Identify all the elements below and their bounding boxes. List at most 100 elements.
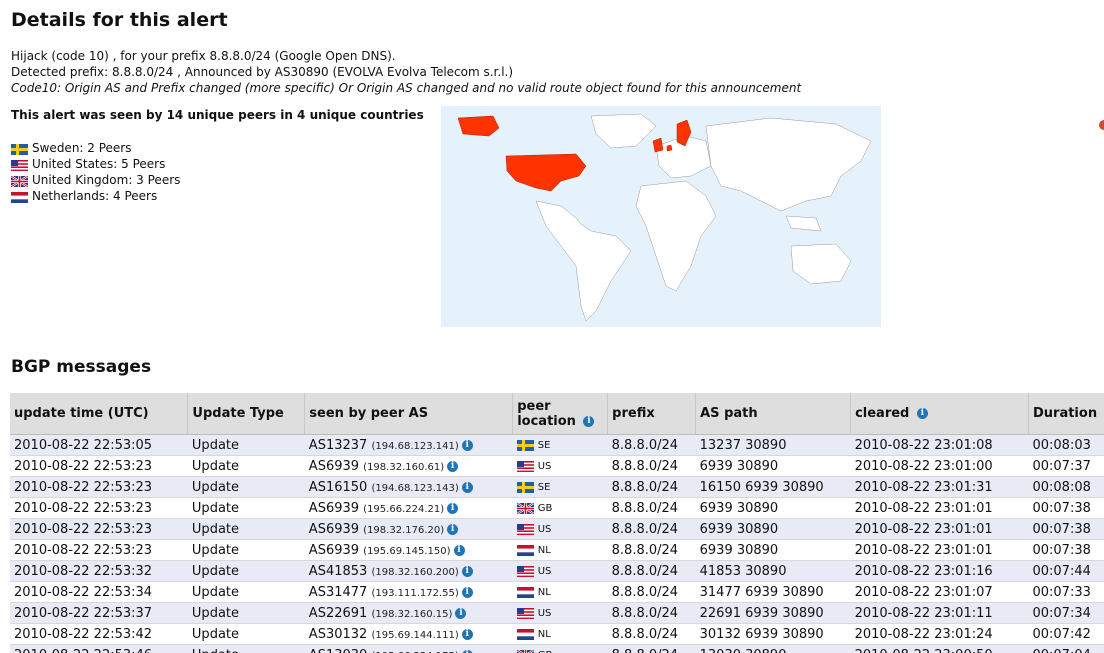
peer-location-line2: location — [517, 413, 576, 429]
peer-as-number: AS13237 — [308, 437, 368, 453]
column-update-time[interactable]: update time (UTC) — [10, 393, 189, 435]
info-icon[interactable]: i — [583, 415, 595, 427]
cleared-cell: 2010-08-22 23:01:11 — [850, 602, 1029, 624]
column-cleared[interactable]: cleared i — [850, 393, 1029, 435]
update-time-cell: 2010-08-22 22:53:42 — [10, 623, 188, 645]
column-duration[interactable]: Duration — [1028, 393, 1104, 435]
us-flag-icon — [516, 523, 534, 535]
column-peer-location[interactable]: peer location i — [512, 393, 609, 435]
country-code: SE — [537, 439, 551, 451]
update-time-cell: 2010-08-22 22:53:34 — [10, 581, 188, 603]
peer-as-number: AS6939 — [308, 458, 360, 474]
alert-type-line: Hijack (code 10) , for your prefix 8.8.8… — [11, 49, 396, 63]
table-row[interactable]: 2010-08-22 22:53:23 Update AS6939 (195.66.… — [10, 497, 1104, 519]
cleared-cell: 2010-08-22 23:01:01 — [850, 539, 1029, 561]
info-icon[interactable]: i — [455, 607, 467, 619]
info-icon[interactable]: i — [447, 502, 459, 514]
column-as-path[interactable]: AS path — [695, 393, 852, 435]
prefix-cell: 8.8.8.0/24 — [607, 539, 696, 561]
info-icon[interactable]: i — [453, 544, 465, 556]
info-icon[interactable]: i — [461, 628, 473, 640]
sweden-flag-icon — [11, 143, 28, 155]
table-row[interactable]: 2010-08-22 22:53:34 Update AS31477 (193.11… — [10, 581, 1104, 603]
bgp-messages-table: update time (UTC) Update Type seen by pe… — [10, 393, 1104, 653]
info-icon[interactable]: i — [461, 565, 473, 577]
peer-as-cell: AS16150 (194.68.123.143) i — [304, 476, 513, 498]
table-row[interactable]: 2010-08-22 22:53:46UpdateAS13030 (195.66… — [10, 644, 1104, 653]
peer-location-cell: US — [512, 455, 608, 477]
peer-as-number: AS6939 — [308, 500, 360, 516]
as-path-cell: 16150 6939 30890 — [695, 476, 851, 498]
country-code: US — [537, 565, 552, 577]
table-row[interactable]: 2010-08-22 22:53:32 Update AS41853 (198.32… — [10, 560, 1104, 582]
peer-location-cell: US — [512, 560, 608, 582]
as-path-cell: 6939 30890 — [695, 455, 851, 477]
as-path-cell: 22691 6939 30890 — [695, 602, 851, 624]
duration-cell: 00:07:04 — [1028, 644, 1104, 653]
table-row[interactable]: 2010-08-22 22:53:05 Update AS13237 (194.68… — [10, 434, 1104, 456]
country-code: US — [537, 607, 552, 619]
table-row[interactable]: 2010-08-22 22:53:23 Update AS6939 (198.32.… — [10, 518, 1104, 540]
column-prefix[interactable]: prefix — [607, 393, 697, 435]
table-row[interactable]: 2010-08-22 22:53:37 Update AS22691 (198.32… — [10, 602, 1104, 624]
as-path-cell: 30132 6939 30890 — [695, 623, 851, 645]
info-icon[interactable]: i — [916, 408, 928, 419]
table-row[interactable]: 2010-08-22 22:53:42 Update AS30132 (195.69… — [10, 623, 1104, 645]
table-header-row: update time (UTC) Update Type seen by pe… — [10, 393, 1104, 435]
prefix-cell: 8.8.8.0/24 — [607, 455, 696, 477]
country-code: NL — [537, 544, 551, 556]
table-row[interactable]: 2010-08-22 22:53:23 Update AS6939 (195.69.… — [10, 539, 1104, 561]
peer-location-cell: GB — [512, 644, 608, 653]
duration-cell: 00:07:38 — [1028, 497, 1104, 519]
edge-marker-icon — [1099, 120, 1104, 130]
duration-cell: 00:07:42 — [1028, 623, 1104, 645]
info-icon[interactable]: i — [461, 586, 473, 598]
peer-ip: (195.69.145.150) — [363, 545, 451, 557]
peer-as-cell: AS41853 (198.32.160.200) i — [304, 560, 513, 582]
peer-as-cell: AS30132 (195.69.144.111) i — [304, 623, 513, 645]
peer-as-cell: AS31477 (193.111.172.55) i — [304, 581, 513, 603]
peer-location-cell: NL — [512, 539, 608, 561]
cleared-cell: 2010-08-22 23:01:08 — [850, 434, 1029, 456]
table-body: 2010-08-22 22:53:05 Update AS13237 (194.68… — [10, 434, 1104, 653]
duration-cell: 00:07:34 — [1028, 602, 1104, 624]
info-icon[interactable]: i — [461, 649, 473, 653]
cleared-cell: 2010-08-22 23:01:24 — [850, 623, 1029, 645]
update-time-cell: 2010-08-22 22:53:23 — [10, 539, 188, 561]
update-type-cell: Update — [187, 581, 305, 603]
country-code: NL — [537, 586, 551, 598]
table-row[interactable]: 2010-08-22 22:53:23 Update AS6939 (198.32.… — [10, 455, 1104, 477]
as-path-cell: 6939 30890 — [695, 518, 851, 540]
country-list: Sweden: 2 Peers United States: 5 Peers U… — [10, 140, 180, 204]
update-time-cell: 2010-08-22 22:53:23 — [10, 476, 188, 498]
bgp-messages-table-wrapper[interactable]: update time (UTC) Update Type seen by pe… — [10, 393, 1104, 653]
detected-prefix-line: Detected prefix: 8.8.8.0/24 , Announced … — [11, 65, 514, 79]
column-update-type[interactable]: Update Type — [187, 393, 306, 435]
us-flag-icon — [516, 565, 534, 577]
peer-ip: (193.111.172.55) — [371, 587, 459, 599]
peer-as-number: AS6939 — [308, 521, 360, 537]
peer-as-number: AS16150 — [308, 479, 368, 495]
as-path-cell: 13237 30890 — [695, 434, 851, 456]
netherlands-flag-icon — [11, 191, 28, 203]
peer-as-number: AS31477 — [308, 584, 368, 600]
peer-location-cell: NL — [512, 623, 608, 645]
prefix-cell: 8.8.8.0/24 — [607, 560, 696, 582]
column-seen-by-peer-as[interactable]: seen by peer AS — [304, 393, 514, 435]
cleared-cell: 2010-08-22 23:01:01 — [850, 518, 1029, 540]
duration-cell: 00:07:37 — [1028, 455, 1104, 477]
country-item-sweden: Sweden: 2 Peers — [11, 140, 180, 156]
nl-flag-icon — [516, 628, 534, 640]
country-code: GB — [537, 502, 553, 514]
update-type-cell: Update — [187, 539, 305, 561]
info-icon[interactable]: i — [461, 439, 473, 451]
world-map[interactable] — [441, 106, 881, 327]
nl-flag-icon — [516, 544, 534, 556]
table-row[interactable]: 2010-08-22 22:53:23 Update AS16150 (194.68… — [10, 476, 1104, 498]
info-icon[interactable]: i — [447, 523, 459, 535]
info-icon[interactable]: i — [461, 481, 473, 493]
peer-as-cell: AS6939 (198.32.176.20) i — [304, 518, 513, 540]
peer-as-cell: AS22691 (198.32.160.15) i — [304, 602, 513, 624]
info-icon[interactable]: i — [447, 460, 459, 472]
update-type-cell: Update — [187, 455, 305, 477]
